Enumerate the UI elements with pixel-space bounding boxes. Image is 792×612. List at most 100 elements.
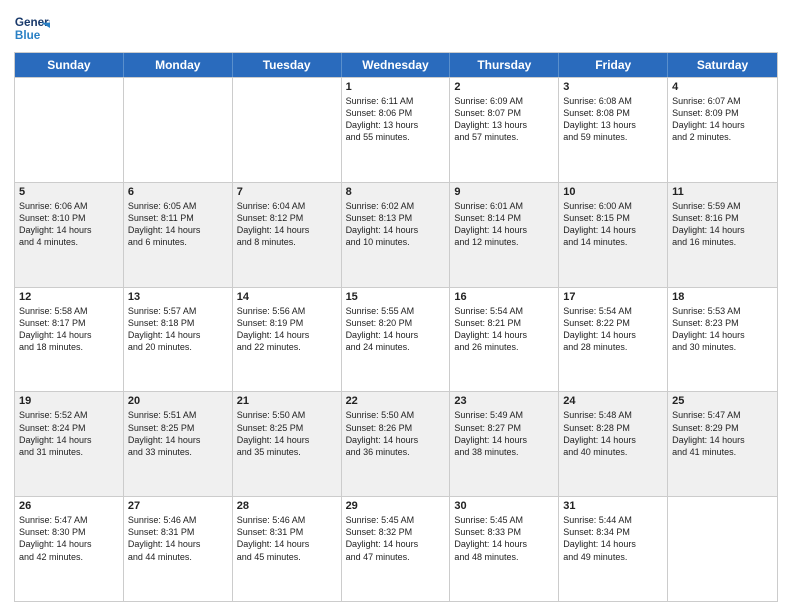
day-number: 24 [563,395,663,407]
day-info: Sunrise: 6:06 AM Sunset: 8:10 PM Dayligh… [19,200,119,249]
day-info: Sunrise: 5:46 AM Sunset: 8:31 PM Dayligh… [237,514,337,563]
day-number: 11 [672,186,773,198]
empty-cell [233,78,342,182]
day-cell-24: 24 Sunrise: 5:48 AM Sunset: 8:28 PM Dayli… [559,392,668,496]
day-number: 5 [19,186,119,198]
day-number: 23 [454,395,554,407]
day-number: 8 [346,186,446,198]
day-number: 7 [237,186,337,198]
day-number: 13 [128,291,228,303]
day-number: 6 [128,186,228,198]
day-number: 12 [19,291,119,303]
day-number: 29 [346,500,446,512]
day-info: Sunrise: 5:44 AM Sunset: 8:34 PM Dayligh… [563,514,663,563]
day-cell-23: 23 Sunrise: 5:49 AM Sunset: 8:27 PM Dayli… [450,392,559,496]
day-info: Sunrise: 5:59 AM Sunset: 8:16 PM Dayligh… [672,200,773,249]
calendar-header: SundayMondayTuesdayWednesdayThursdayFrid… [15,53,777,77]
day-header-monday: Monday [124,53,233,77]
day-number: 31 [563,500,663,512]
day-info: Sunrise: 6:11 AM Sunset: 8:06 PM Dayligh… [346,95,446,144]
day-info: Sunrise: 6:09 AM Sunset: 8:07 PM Dayligh… [454,95,554,144]
empty-cell [124,78,233,182]
day-cell-21: 21 Sunrise: 5:50 AM Sunset: 8:25 PM Dayli… [233,392,342,496]
day-cell-12: 12 Sunrise: 5:58 AM Sunset: 8:17 PM Dayli… [15,288,124,392]
day-number: 2 [454,81,554,93]
day-info: Sunrise: 5:50 AM Sunset: 8:26 PM Dayligh… [346,409,446,458]
day-info: Sunrise: 5:53 AM Sunset: 8:23 PM Dayligh… [672,305,773,354]
day-cell-27: 27 Sunrise: 5:46 AM Sunset: 8:31 PM Dayli… [124,497,233,601]
day-number: 16 [454,291,554,303]
day-cell-1: 1Sunrise: 6:11 AM Sunset: 8:06 PM Daylig… [342,78,451,182]
day-number: 10 [563,186,663,198]
day-cell-19: 19 Sunrise: 5:52 AM Sunset: 8:24 PM Dayli… [15,392,124,496]
day-number: 26 [19,500,119,512]
week-row-4: 19 Sunrise: 5:52 AM Sunset: 8:24 PM Dayli… [15,391,777,496]
day-info: Sunrise: 5:54 AM Sunset: 8:22 PM Dayligh… [563,305,663,354]
day-cell-6: 6 Sunrise: 6:05 AM Sunset: 8:11 PM Daylig… [124,183,233,287]
logo-icon: General Blue [14,10,50,46]
day-number: 20 [128,395,228,407]
day-cell-22: 22 Sunrise: 5:50 AM Sunset: 8:26 PM Dayli… [342,392,451,496]
day-number: 19 [19,395,119,407]
day-cell-30: 30 Sunrise: 5:45 AM Sunset: 8:33 PM Dayli… [450,497,559,601]
day-cell-31: 31 Sunrise: 5:44 AM Sunset: 8:34 PM Dayli… [559,497,668,601]
empty-cell [668,497,777,601]
day-cell-26: 26 Sunrise: 5:47 AM Sunset: 8:30 PM Dayli… [15,497,124,601]
day-cell-13: 13 Sunrise: 5:57 AM Sunset: 8:18 PM Dayli… [124,288,233,392]
page: General Blue SundayMondayTuesdayWednesda… [0,0,792,612]
day-info: Sunrise: 6:08 AM Sunset: 8:08 PM Dayligh… [563,95,663,144]
day-cell-16: 16 Sunrise: 5:54 AM Sunset: 8:21 PM Dayli… [450,288,559,392]
day-cell-17: 17Sunrise: 5:54 AM Sunset: 8:22 PM Dayli… [559,288,668,392]
day-number: 15 [346,291,446,303]
day-info: Sunrise: 6:05 AM Sunset: 8:11 PM Dayligh… [128,200,228,249]
day-cell-2: 2 Sunrise: 6:09 AM Sunset: 8:07 PM Daylig… [450,78,559,182]
day-cell-3: 3 Sunrise: 6:08 AM Sunset: 8:08 PM Daylig… [559,78,668,182]
day-cell-29: 29 Sunrise: 5:45 AM Sunset: 8:32 PM Dayli… [342,497,451,601]
day-number: 18 [672,291,773,303]
day-info: Sunrise: 5:50 AM Sunset: 8:25 PM Dayligh… [237,409,337,458]
day-cell-4: 4 Sunrise: 6:07 AM Sunset: 8:09 PM Daylig… [668,78,777,182]
day-number: 4 [672,81,773,93]
day-info: Sunrise: 5:57 AM Sunset: 8:18 PM Dayligh… [128,305,228,354]
day-info: Sunrise: 6:04 AM Sunset: 8:12 PM Dayligh… [237,200,337,249]
day-info: Sunrise: 5:51 AM Sunset: 8:25 PM Dayligh… [128,409,228,458]
day-cell-25: 25 Sunrise: 5:47 AM Sunset: 8:29 PM Dayli… [668,392,777,496]
day-number: 3 [563,81,663,93]
day-info: Sunrise: 5:45 AM Sunset: 8:32 PM Dayligh… [346,514,446,563]
day-info: Sunrise: 5:47 AM Sunset: 8:30 PM Dayligh… [19,514,119,563]
day-header-friday: Friday [559,53,668,77]
day-info: Sunrise: 6:00 AM Sunset: 8:15 PM Dayligh… [563,200,663,249]
day-header-wednesday: Wednesday [342,53,451,77]
day-number: 25 [672,395,773,407]
day-header-saturday: Saturday [668,53,777,77]
day-header-thursday: Thursday [450,53,559,77]
day-cell-15: 15Sunrise: 5:55 AM Sunset: 8:20 PM Dayli… [342,288,451,392]
day-number: 28 [237,500,337,512]
day-number: 9 [454,186,554,198]
week-row-1: 1Sunrise: 6:11 AM Sunset: 8:06 PM Daylig… [15,77,777,182]
day-info: Sunrise: 5:49 AM Sunset: 8:27 PM Dayligh… [454,409,554,458]
day-number: 21 [237,395,337,407]
day-info: Sunrise: 6:07 AM Sunset: 8:09 PM Dayligh… [672,95,773,144]
calendar: SundayMondayTuesdayWednesdayThursdayFrid… [14,52,778,602]
day-cell-28: 28 Sunrise: 5:46 AM Sunset: 8:31 PM Dayli… [233,497,342,601]
day-info: Sunrise: 5:56 AM Sunset: 8:19 PM Dayligh… [237,305,337,354]
day-info: Sunrise: 6:01 AM Sunset: 8:14 PM Dayligh… [454,200,554,249]
day-info: Sunrise: 5:47 AM Sunset: 8:29 PM Dayligh… [672,409,773,458]
day-info: Sunrise: 5:46 AM Sunset: 8:31 PM Dayligh… [128,514,228,563]
day-number: 22 [346,395,446,407]
day-number: 27 [128,500,228,512]
day-cell-9: 9 Sunrise: 6:01 AM Sunset: 8:14 PM Daylig… [450,183,559,287]
day-info: Sunrise: 5:58 AM Sunset: 8:17 PM Dayligh… [19,305,119,354]
day-info: Sunrise: 5:54 AM Sunset: 8:21 PM Dayligh… [454,305,554,354]
day-info: Sunrise: 5:52 AM Sunset: 8:24 PM Dayligh… [19,409,119,458]
header: General Blue [14,10,778,46]
week-row-5: 26 Sunrise: 5:47 AM Sunset: 8:30 PM Dayli… [15,496,777,601]
day-info: Sunrise: 5:45 AM Sunset: 8:33 PM Dayligh… [454,514,554,563]
week-row-3: 12 Sunrise: 5:58 AM Sunset: 8:17 PM Dayli… [15,287,777,392]
day-info: Sunrise: 5:48 AM Sunset: 8:28 PM Dayligh… [563,409,663,458]
logo: General Blue [14,10,50,46]
day-number: 30 [454,500,554,512]
day-cell-18: 18 Sunrise: 5:53 AM Sunset: 8:23 PM Dayli… [668,288,777,392]
day-info: Sunrise: 6:02 AM Sunset: 8:13 PM Dayligh… [346,200,446,249]
